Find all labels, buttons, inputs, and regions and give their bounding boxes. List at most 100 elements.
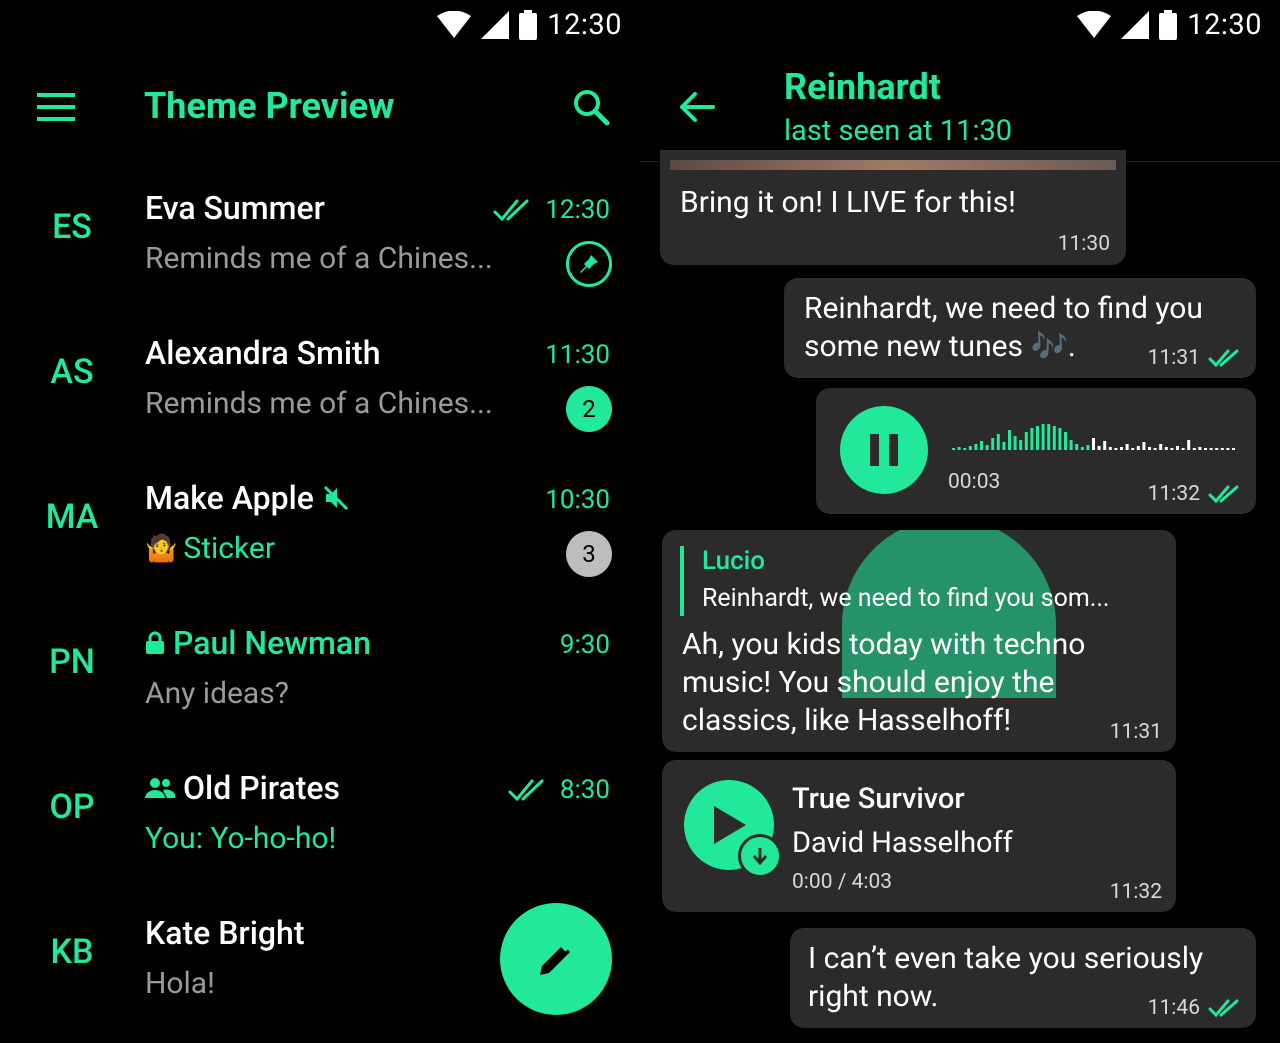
download-arrow-icon [752,848,768,865]
chat-header: Reinhardt last seen at 11:30 [640,52,1280,162]
double-check-icon [1208,999,1239,1018]
message-time-text: 11:46 [1147,996,1200,1020]
waveform-bar [1041,424,1045,450]
download-button[interactable] [738,834,782,878]
message-time-text: 11:32 [1109,880,1162,904]
shrug-emoji-icon: 🤷 [145,533,178,564]
message-time-text: 11:30 [1057,232,1110,256]
waveform-bar [980,441,983,450]
avatar: OP [49,787,95,827]
reply-bar [680,546,684,616]
track-progress: 0:00 / 4:03 [792,870,893,894]
waveform-bar [985,445,989,450]
chat-preview: Any ideas? [145,676,289,711]
message-text: Bring it on! I LIVE for this! [680,185,1016,220]
conversation-screen: 12:30 Reinhardt last seen at 11:30 Bring… [640,0,1280,1043]
waveform-bar [1136,446,1140,450]
message-time: 11:32 [1148,482,1242,506]
compose-button[interactable] [500,903,612,1015]
waveform-bar [963,448,967,450]
contact-name[interactable]: Reinhardt [784,66,941,108]
message-time: 11:46 [1148,996,1242,1020]
message-bubble-incoming[interactable]: Bring it on! I LIVE for this! 11:30 [660,150,1126,265]
chat-preview: You: Yo-ho-ho! [145,821,336,856]
wifi-icon [437,11,472,38]
search-icon[interactable] [566,82,616,132]
waveform-bar [968,446,972,450]
waveform-bar [1226,448,1230,450]
chat-preview-text: Yo-ho-ho! [210,821,337,856]
message-time-text: 11:31 [1147,346,1200,370]
status-bar: 12:30 [0,0,640,52]
waveform-bar [1008,430,1011,450]
chat-meta: 12:30 [493,195,610,225]
lock-icon [146,631,164,654]
wifi-icon [1077,11,1112,38]
waveform-bar [1069,440,1073,450]
music-message-bubble[interactable]: True Survivor David Hasselhoff 0:00 / 4:… [662,760,1176,912]
chat-name-text: Old Pirates [183,769,341,807]
chat-meta: 11:30 [545,340,610,370]
waveform-bar [1013,436,1017,450]
chat-name-text: Eva Summer [145,189,325,227]
reply-author: Lucio [702,546,766,576]
message-text-line: some new tunes 🎶. [804,329,1076,364]
waveform-bar [1108,447,1112,450]
message-time: 11:31 [1110,720,1162,744]
waveform-bar [991,438,995,450]
chat-name-text: Make Apple [145,479,314,517]
chat-time: 10:30 [545,485,610,515]
contact-status: last seen at 11:30 [784,114,1013,148]
waveform-bar [957,447,961,450]
reply-message-bubble[interactable]: Lucio Reinhardt, we need to find you som… [662,530,1176,752]
waveform-bar [1047,424,1051,450]
waveform-bar [1204,448,1207,450]
pin-icon [566,241,612,287]
status-time: 12:30 [547,8,622,42]
message-time-text: 11:31 [1109,720,1162,744]
chat-row-alexandra-smith[interactable]: AS Alexandra Smith Reminds me of a Chine… [0,310,640,455]
avatar: ES [52,207,92,247]
chat-preview: Hola! [145,966,215,1001]
chat-preview: Reminds me of a Chines... [145,386,493,421]
pause-button[interactable] [840,406,928,494]
waveform-bar [1097,446,1101,450]
waveform-bar [1114,448,1118,450]
double-check-icon [508,779,544,802]
chat-name: Kate Bright [145,914,304,952]
waveform-bar [1120,447,1123,450]
chat-row-paul-newman[interactable]: PN Paul Newman Any ideas? 9:30 [0,600,640,745]
waveform-bar [1187,440,1191,450]
message-text-line: I can’t even take you seriously [808,941,1204,976]
waveform-bar [1030,428,1034,450]
chat-meta: 10:30 [545,485,610,515]
waveform-bar [1153,448,1157,450]
message-text-line: Reinhardt, we need to find you [804,291,1203,326]
menu-icon[interactable] [28,82,84,132]
chat-row-old-pirates[interactable]: OP Old Pirates You: Yo-ho-ho! 8:30 [0,745,640,890]
message-text: Reinhardt, we need to find you some new … [804,290,1203,366]
waveform-bar [1142,442,1146,450]
chat-time: 11:30 [545,340,610,370]
waveform-bar [1092,438,1095,450]
double-check-icon [493,199,529,222]
chat-preview: Reminds me of a Chines... [145,241,493,276]
chat-meta: 9:30 [560,630,610,660]
message-bubble-outgoing[interactable]: Reinhardt, we need to find you some new … [784,278,1256,378]
chat-row-make-apple[interactable]: MA Make Apple 🤷 Sticker 10:30 3 [0,455,640,600]
chat-preview: 🤷 Sticker [145,531,275,566]
voice-message-bubble[interactable]: 00:03 11:32 [816,388,1256,514]
waveform-bar [1148,447,1151,450]
back-arrow-icon[interactable] [672,82,722,132]
pencil-icon [540,940,570,975]
play-icon [714,806,746,844]
waveform-bar [1170,448,1174,450]
track-title: True Survivor [792,782,965,816]
waveform-bar [1215,448,1219,450]
waveform-bar [974,444,978,450]
message-bubble-outgoing[interactable]: I can’t even take you seriously right no… [790,928,1256,1028]
waveform-bar [996,434,1000,450]
chat-preview-sender: You: [145,821,203,856]
waveform [952,424,1235,450]
chat-row-eva-summer[interactable]: ES Eva Summer Reminds me of a Chines... … [0,165,640,310]
